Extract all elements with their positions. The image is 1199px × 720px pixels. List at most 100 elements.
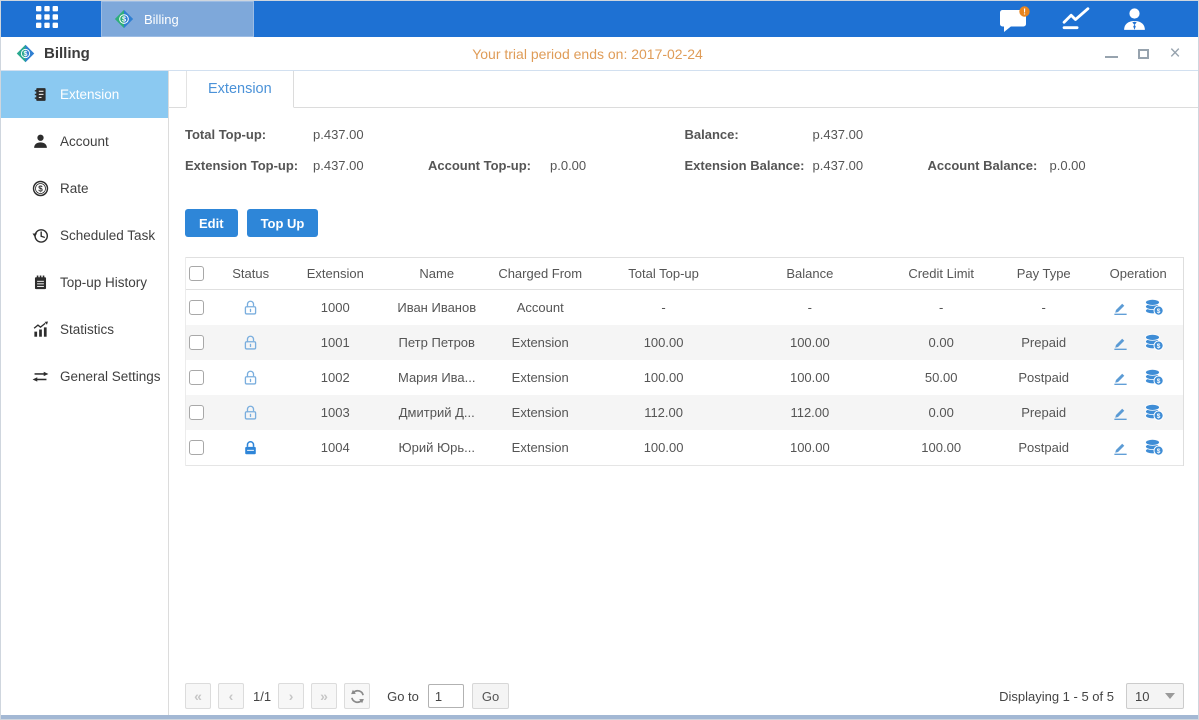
app-grid-icon[interactable] bbox=[35, 5, 59, 34]
window-bottom-strip bbox=[1, 715, 1198, 719]
row-checkbox[interactable] bbox=[189, 335, 204, 350]
edit-button[interactable]: Edit bbox=[185, 209, 238, 237]
sidebar-item-account[interactable]: Account bbox=[1, 118, 168, 165]
edit-extension-icon[interactable] bbox=[1112, 334, 1129, 351]
ledger-icon bbox=[31, 86, 49, 104]
topup-extension-icon[interactable]: $ bbox=[1144, 439, 1164, 456]
unlocked-icon[interactable] bbox=[242, 299, 259, 316]
sidebar-item-label: Extension bbox=[60, 87, 119, 102]
col-total-topup: Total Top-up bbox=[596, 266, 731, 281]
chat-badge: ! bbox=[1023, 6, 1026, 16]
sidebar-item-label: Rate bbox=[60, 181, 89, 196]
edit-extension-icon[interactable] bbox=[1112, 404, 1129, 421]
sidebar-item-label: Top-up History bbox=[60, 275, 147, 290]
go-to-label: Go to bbox=[387, 689, 419, 704]
col-charged-from: Charged From bbox=[485, 266, 596, 281]
account-balance-value: p.0.00 bbox=[1050, 158, 1165, 173]
billing-app-window: $ Billing ! bbox=[0, 0, 1199, 720]
page-size-select[interactable]: 10 bbox=[1126, 683, 1184, 709]
sliders-icon bbox=[31, 368, 49, 386]
page-title: Billing bbox=[44, 45, 90, 62]
edit-extension-icon[interactable] bbox=[1112, 369, 1129, 386]
svg-text:$: $ bbox=[1157, 378, 1161, 385]
topup-extension-icon[interactable]: $ bbox=[1144, 369, 1164, 386]
top-navigation-bar: $ Billing ! bbox=[1, 1, 1198, 37]
go-to-page-input[interactable] bbox=[428, 684, 464, 708]
billing-diamond-icon: $ bbox=[113, 8, 135, 30]
sidebar-item-extension[interactable]: Extension bbox=[1, 71, 168, 118]
sidebar-item-statistics[interactable]: Statistics bbox=[1, 306, 168, 353]
unlocked-icon[interactable] bbox=[242, 369, 259, 386]
tab-extension[interactable]: Extension bbox=[186, 71, 294, 108]
tab-strip: Extension bbox=[169, 71, 1199, 108]
top-up-button[interactable]: Top Up bbox=[247, 209, 319, 237]
col-name: Name bbox=[389, 266, 485, 281]
table-row: 1000 Иван Иванов Account - - - - $ bbox=[186, 290, 1183, 325]
maximize-button[interactable] bbox=[1136, 47, 1150, 61]
svg-text:$: $ bbox=[1157, 343, 1161, 350]
edit-extension-icon[interactable] bbox=[1112, 299, 1129, 316]
billing-diamond-icon: $ bbox=[15, 43, 36, 64]
svg-text:$: $ bbox=[1157, 308, 1161, 315]
coin-icon: $ bbox=[31, 180, 49, 198]
sidebar-item-general-settings[interactable]: General Settings bbox=[1, 353, 168, 400]
window-title-bar: $ Billing Your trial period ends on: 201… bbox=[1, 37, 1198, 71]
page-indicator: 1/1 bbox=[253, 689, 271, 704]
displaying-text: Displaying 1 - 5 of 5 bbox=[999, 689, 1114, 704]
table-row: 1001 Петр Петров Extension 100.00 100.00… bbox=[186, 325, 1183, 360]
sidebar-item-label: Statistics bbox=[60, 322, 114, 337]
sidebar-item-label: Scheduled Task bbox=[60, 228, 155, 243]
extension-topup-value: p.437.00 bbox=[313, 158, 428, 173]
account-topup-value: p.0.00 bbox=[550, 158, 665, 173]
select-all-checkbox[interactable] bbox=[189, 266, 204, 281]
col-credit-limit: Credit Limit bbox=[888, 266, 993, 281]
locked-icon[interactable] bbox=[242, 439, 259, 456]
top-tab-billing[interactable]: $ Billing bbox=[101, 1, 254, 37]
extension-table: Status Extension Name Charged From Total… bbox=[185, 257, 1184, 466]
pagination-bar: « ‹ 1/1 › » Go to Go Displaying bbox=[185, 683, 1184, 709]
svg-text:$: $ bbox=[122, 15, 126, 24]
unlocked-icon[interactable] bbox=[242, 404, 259, 421]
last-page-button[interactable]: » bbox=[311, 683, 337, 709]
col-balance: Balance bbox=[731, 266, 888, 281]
sidebar-item-scheduled-task[interactable]: Scheduled Task bbox=[1, 212, 168, 259]
clock-history-icon bbox=[31, 227, 49, 245]
topup-extension-icon[interactable]: $ bbox=[1144, 334, 1164, 351]
chevron-down-icon bbox=[1165, 693, 1175, 699]
top-tab-billing-label: Billing bbox=[144, 12, 179, 27]
row-checkbox[interactable] bbox=[189, 370, 204, 385]
edit-extension-icon[interactable] bbox=[1112, 439, 1129, 456]
chart-icon[interactable] bbox=[1061, 6, 1091, 32]
svg-text:$: $ bbox=[1157, 413, 1161, 420]
refresh-button[interactable] bbox=[344, 683, 370, 709]
close-button[interactable]: × bbox=[1168, 47, 1182, 61]
sidebar-item-label: Account bbox=[60, 134, 109, 149]
prev-page-button[interactable]: ‹ bbox=[218, 683, 244, 709]
next-page-button[interactable]: › bbox=[278, 683, 304, 709]
col-extension: Extension bbox=[282, 266, 389, 281]
chat-icon[interactable]: ! bbox=[999, 6, 1031, 33]
topup-extension-icon[interactable]: $ bbox=[1144, 299, 1164, 316]
row-checkbox[interactable] bbox=[189, 300, 204, 315]
table-row: 1002 Мария Ива... Extension 100.00 100.0… bbox=[186, 360, 1183, 395]
balance-value: p.437.00 bbox=[813, 127, 928, 142]
sidebar-item-topup-history[interactable]: Top-up History bbox=[1, 259, 168, 306]
summary-section: Total Top-up: p.437.00 Extension Top-up:… bbox=[185, 125, 1184, 187]
user-icon[interactable] bbox=[1121, 7, 1148, 32]
first-page-button[interactable]: « bbox=[185, 683, 211, 709]
topup-extension-icon[interactable]: $ bbox=[1144, 404, 1164, 421]
main-panel: Extension Total Top-up: p.437.00 Extensi… bbox=[169, 71, 1199, 717]
account-topup-label: Account Top-up: bbox=[428, 158, 550, 173]
svg-text:$: $ bbox=[38, 184, 43, 193]
balance-label: Balance: bbox=[685, 127, 813, 142]
go-button[interactable]: Go bbox=[472, 683, 509, 709]
total-topup-value: p.437.00 bbox=[313, 127, 428, 142]
table-row: 1003 Дмитрий Д... Extension 112.00 112.0… bbox=[186, 395, 1183, 430]
minimize-button[interactable] bbox=[1104, 47, 1118, 61]
row-checkbox[interactable] bbox=[189, 440, 204, 455]
svg-text:$: $ bbox=[1157, 448, 1161, 455]
sidebar-item-label: General Settings bbox=[60, 369, 161, 384]
unlocked-icon[interactable] bbox=[242, 334, 259, 351]
row-checkbox[interactable] bbox=[189, 405, 204, 420]
sidebar-item-rate[interactable]: $ Rate bbox=[1, 165, 168, 212]
